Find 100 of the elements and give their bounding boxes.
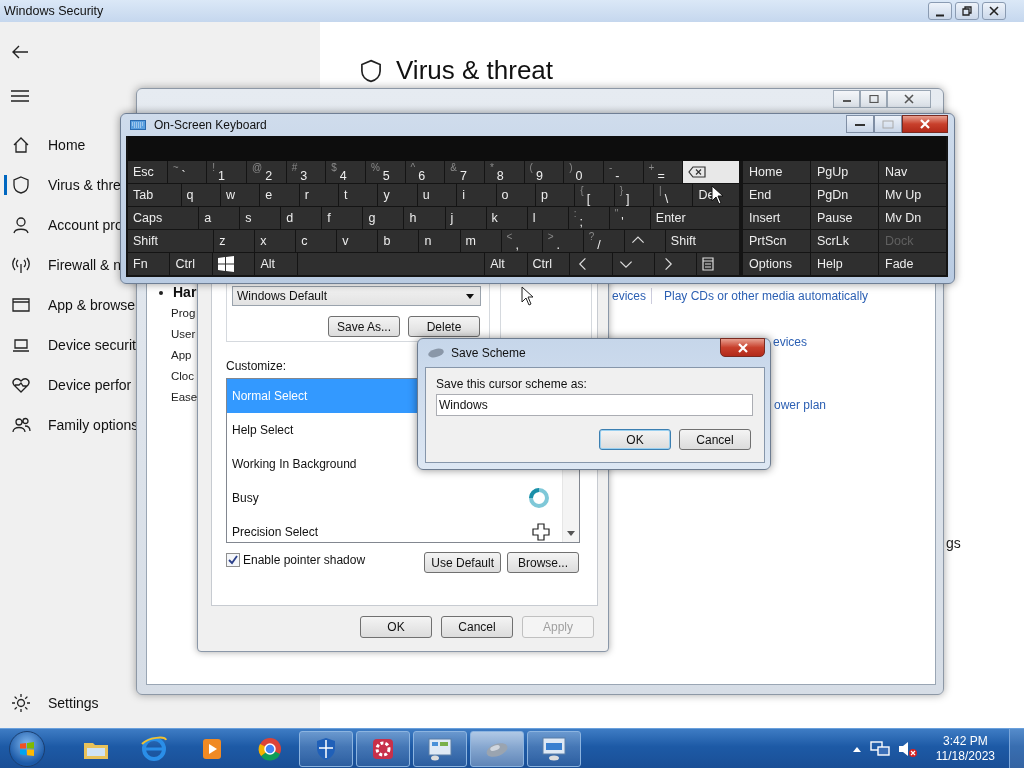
keyboard-key[interactable]: q xyxy=(181,184,220,206)
dialog-button[interactable]: Cancel xyxy=(441,616,513,638)
keyboard-key[interactable]: : ; xyxy=(568,207,609,229)
link[interactable]: Play CDs or other media automatically xyxy=(664,289,869,303)
dialog-button[interactable]: Use Default xyxy=(424,552,501,573)
list-item[interactable]: Busy xyxy=(227,481,562,515)
input-field[interactable]: Windows xyxy=(436,394,753,416)
keyboard-key[interactable]: < , xyxy=(501,230,542,252)
keyboard-key[interactable]: PgDn xyxy=(811,184,878,206)
keyboard-key[interactable]: PrtScn xyxy=(743,230,810,252)
taskbar-button[interactable] xyxy=(299,730,353,767)
sidebar-item[interactable]: App & browse xyxy=(0,285,138,325)
keyboard-key[interactable]: $ 4 xyxy=(326,161,365,183)
keyboard-key[interactable]: Options xyxy=(743,253,810,275)
keyboard-key[interactable]: n xyxy=(419,230,460,252)
keyboard-key[interactable]: Shift xyxy=(128,230,214,252)
keyboard-key[interactable]: Esc xyxy=(128,161,167,183)
keyboard-key[interactable]: # 3 xyxy=(286,161,326,183)
taskbar-button[interactable] xyxy=(413,730,467,767)
keyboard-key[interactable]: & 7 xyxy=(445,161,484,183)
keyboard-key[interactable]: v xyxy=(337,230,378,252)
keyboard-key[interactable]: | \ xyxy=(654,184,693,206)
keyboard-key[interactable]: Help xyxy=(811,253,878,275)
checkbox[interactable] xyxy=(226,553,240,567)
sidebar-item[interactable]: Firewall & n xyxy=(0,245,124,285)
keyboard-key[interactable]: Alt xyxy=(485,253,527,275)
keyboard-key[interactable]: Mv Dn xyxy=(879,207,946,229)
keyboard-key[interactable]: - - xyxy=(603,161,643,183)
keyboard-key[interactable]: Enter xyxy=(650,207,739,229)
taskbar-button[interactable] xyxy=(527,730,581,767)
keyboard-key[interactable]: Tab xyxy=(128,184,181,206)
keyboard-key[interactable]: t xyxy=(339,184,378,206)
keyboard-key[interactable]: ^ 6 xyxy=(405,161,445,183)
keyboard-key[interactable]: Shift xyxy=(665,230,739,252)
dialog-button[interactable]: OK xyxy=(599,429,671,450)
sidebar-item[interactable]: Home xyxy=(0,125,88,165)
keyboard-key[interactable]: Home xyxy=(743,161,810,183)
keyboard-key[interactable]: j xyxy=(445,207,486,229)
keyboard-key[interactable]: ? / xyxy=(583,230,624,252)
maximize-button[interactable] xyxy=(860,90,887,108)
keyboard-key[interactable]: % 5 xyxy=(365,161,405,183)
keyboard-key[interactable]: " ' xyxy=(609,207,650,229)
scheme-dropdown[interactable]: Windows Default xyxy=(232,286,481,306)
keyboard-key[interactable]: * 8 xyxy=(484,161,524,183)
keyboard-key[interactable]: } ] xyxy=(614,184,654,206)
start-button[interactable] xyxy=(9,730,45,767)
keyboard-key[interactable]: z xyxy=(214,230,255,252)
keyboard-key[interactable]: w xyxy=(220,184,260,206)
keyboard-key[interactable]: PgUp xyxy=(811,161,878,183)
keyboard-key[interactable]: i xyxy=(457,184,496,206)
link[interactable]: evices xyxy=(612,289,646,303)
keyboard-key[interactable]: Ctrl xyxy=(527,253,570,275)
keyboard-key[interactable]: o xyxy=(496,184,535,206)
keyboard-key[interactable]: f xyxy=(322,207,363,229)
keyboard-key[interactable]: Ctrl xyxy=(170,253,212,275)
sidebar-item[interactable]: Device perfor xyxy=(0,365,134,405)
restore-button[interactable] xyxy=(955,2,979,20)
keyboard-key[interactable]: r xyxy=(299,184,339,206)
keyboard-key[interactable]: ) 0 xyxy=(564,161,603,183)
clock-date[interactable]: 11/18/2023 xyxy=(935,748,995,764)
keyboard-key[interactable]: @ 2 xyxy=(246,161,286,183)
keyboard-key[interactable]: e xyxy=(260,184,299,206)
close-button[interactable] xyxy=(902,115,948,133)
keyboard-key[interactable]: + = xyxy=(643,161,683,183)
keyboard-key[interactable]: l xyxy=(527,207,568,229)
keyboard-key[interactable]: > . xyxy=(542,230,583,252)
keyboard-key[interactable] xyxy=(212,253,255,275)
taskbar-button[interactable] xyxy=(356,730,410,767)
keyboard-key[interactable]: ScrLk xyxy=(811,230,878,252)
keyboard-key[interactable]: g xyxy=(363,207,404,229)
settings-item[interactable]: Settings xyxy=(0,683,101,723)
sidebar-item[interactable]: Virus & thre xyxy=(0,165,123,205)
keyboard-key[interactable]: u xyxy=(417,184,457,206)
minimize-button[interactable] xyxy=(846,115,874,133)
keyboard-key[interactable]: x xyxy=(255,230,296,252)
dialog-button[interactable]: Delete xyxy=(408,316,480,337)
keyboard-key[interactable]: Fade xyxy=(879,253,946,275)
keyboard-key[interactable]: s xyxy=(240,207,281,229)
clock-time[interactable]: 3:42 PM xyxy=(943,733,988,749)
keyboard-key[interactable]: p xyxy=(535,184,575,206)
dialog-button[interactable]: OK xyxy=(360,616,432,638)
keyboard-key[interactable]: c xyxy=(296,230,337,252)
dialog-button[interactable]: Browse... xyxy=(507,552,579,573)
keyboard-key[interactable]: d xyxy=(281,207,322,229)
keyboard-key[interactable]: Insert xyxy=(743,207,810,229)
keyboard-key[interactable]: ( 9 xyxy=(524,161,564,183)
keyboard-key[interactable]: Pause xyxy=(811,207,878,229)
close-button[interactable] xyxy=(982,2,1006,20)
dialog-button[interactable]: Save As... xyxy=(328,316,400,337)
keyboard-key[interactable]: Nav xyxy=(879,161,946,183)
keyboard-key[interactable]: h xyxy=(404,207,445,229)
speaker-muted-icon[interactable] xyxy=(897,739,918,758)
keyboard-key[interactable]: ~ ` xyxy=(167,161,207,183)
keyboard-key[interactable]: End xyxy=(743,184,810,206)
keyboard-key[interactable]: { [ xyxy=(575,184,614,206)
scroll-down-icon[interactable] xyxy=(567,531,575,536)
close-button[interactable] xyxy=(720,338,765,357)
keyboard-key[interactable]: y xyxy=(378,184,417,206)
keyboard-key[interactable]: Fn xyxy=(128,253,170,275)
keyboard-key[interactable]: b xyxy=(378,230,419,252)
